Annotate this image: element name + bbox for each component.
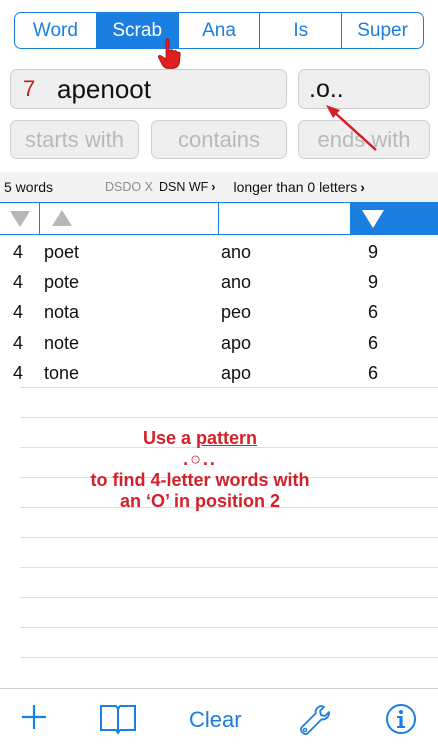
letters-value: apenoot (57, 73, 151, 104)
row-divider (20, 627, 438, 628)
word-count: 5 words (4, 179, 54, 195)
sort-word-column[interactable] (40, 203, 219, 234)
word-text: nota (44, 302, 80, 323)
pattern-tip-annotation: Use a pattern .○.. to find 4-letter word… (20, 428, 380, 512)
book-icon[interactable] (99, 703, 137, 735)
annotation-line-3: to find 4-letter words with (90, 470, 310, 490)
sort-up-icon (52, 210, 72, 226)
pattern-value: .o.. (309, 74, 344, 103)
annotation-line-4: an ‘O’ in position 2 (119, 491, 280, 511)
word-length: 4 (13, 242, 24, 262)
results-header (0, 202, 438, 235)
annotation-underlined: pattern (196, 428, 258, 448)
word-length: 4 (13, 302, 24, 323)
word-length: 4 (13, 362, 24, 383)
mode-segmented-control: Word Scrab Ana Is Super (14, 12, 424, 49)
pattern-input[interactable]: .o.. (298, 69, 430, 109)
word-text: pote (44, 272, 80, 293)
letter-count: 7 (23, 76, 36, 101)
length-filter-button[interactable]: longer than 0 letters › (233, 179, 364, 195)
starts-with-input[interactable]: starts with (10, 120, 139, 159)
dictionary-label[interactable]: DSDO X (105, 180, 153, 194)
annotation-line-1: Use a pattern (20, 428, 380, 449)
remaining-letters: apo (221, 332, 252, 353)
remaining-letters: ano (221, 242, 252, 262)
row-divider (20, 657, 438, 658)
row-divider (20, 567, 438, 568)
remaining-letters: ano (221, 272, 252, 293)
remaining-letters: apo (221, 362, 252, 383)
hand-pointer-icon (157, 38, 181, 69)
chevron-right-icon: › (360, 179, 365, 195)
sort-length-column[interactable] (0, 203, 40, 234)
word-score: 9 (368, 272, 379, 293)
word-score: 9 (368, 242, 379, 262)
dictionary-set-label: DSN WF (158, 180, 209, 194)
dictionary-set-button[interactable]: DSN WF › (159, 180, 215, 194)
segment-is[interactable]: Is (260, 13, 343, 48)
sort-extra-column[interactable] (219, 203, 351, 234)
word-length: 4 (13, 332, 24, 353)
status-bar: 5 words DSDO X DSN WF › longer than 0 let… (0, 172, 438, 202)
word-score: 6 (368, 362, 379, 383)
info-icon[interactable] (385, 703, 417, 735)
table-row[interactable]: 4 note apo 6 (0, 327, 438, 357)
row-divider (20, 387, 438, 388)
word-text: tone (44, 362, 80, 383)
table-row[interactable]: 4 pote ano 9 (0, 266, 438, 296)
word-text: note (44, 332, 80, 353)
row-divider (20, 537, 438, 538)
length-filter-label: longer than 0 letters (233, 179, 358, 195)
wrench-icon[interactable] (298, 703, 332, 737)
contains-input[interactable]: contains (151, 120, 287, 159)
word-score: 6 (368, 302, 379, 323)
sort-score-column[interactable] (351, 203, 438, 234)
ends-with-placeholder: ends with (317, 126, 411, 152)
segment-word[interactable]: Word (15, 13, 97, 48)
ends-with-input[interactable]: ends with (298, 120, 430, 159)
row-divider (20, 597, 438, 598)
word-text: poet (44, 242, 80, 262)
word-score: 6 (368, 332, 379, 353)
word-length: 4 (13, 272, 24, 293)
sort-down-icon (10, 211, 30, 227)
segment-ana[interactable]: Ana (179, 13, 261, 48)
starts-with-placeholder: starts with (24, 126, 125, 152)
bottom-toolbar: Clear (0, 688, 438, 750)
clear-button[interactable]: Clear (189, 707, 242, 733)
row-divider (20, 417, 438, 418)
table-row[interactable]: 4 poet ano 9 (0, 236, 438, 266)
annotation-line-2: .○.. (183, 449, 217, 469)
annotation-prefix: Use a (142, 428, 197, 448)
remaining-letters: peo (221, 302, 252, 323)
contains-placeholder: contains (178, 126, 260, 152)
letters-input[interactable]: 7 apenoot (10, 69, 287, 109)
sort-down-icon (362, 210, 384, 228)
table-row[interactable]: 4 nota peo 6 (0, 296, 438, 326)
segment-super[interactable]: Super (342, 13, 423, 48)
chevron-right-icon: › (211, 180, 216, 194)
plus-icon[interactable] (20, 703, 48, 731)
results-list: 4 poet ano 9 4 pote ano 9 4 nota peo 6 4… (0, 236, 438, 387)
table-row[interactable]: 4 tone apo 6 (0, 357, 438, 387)
